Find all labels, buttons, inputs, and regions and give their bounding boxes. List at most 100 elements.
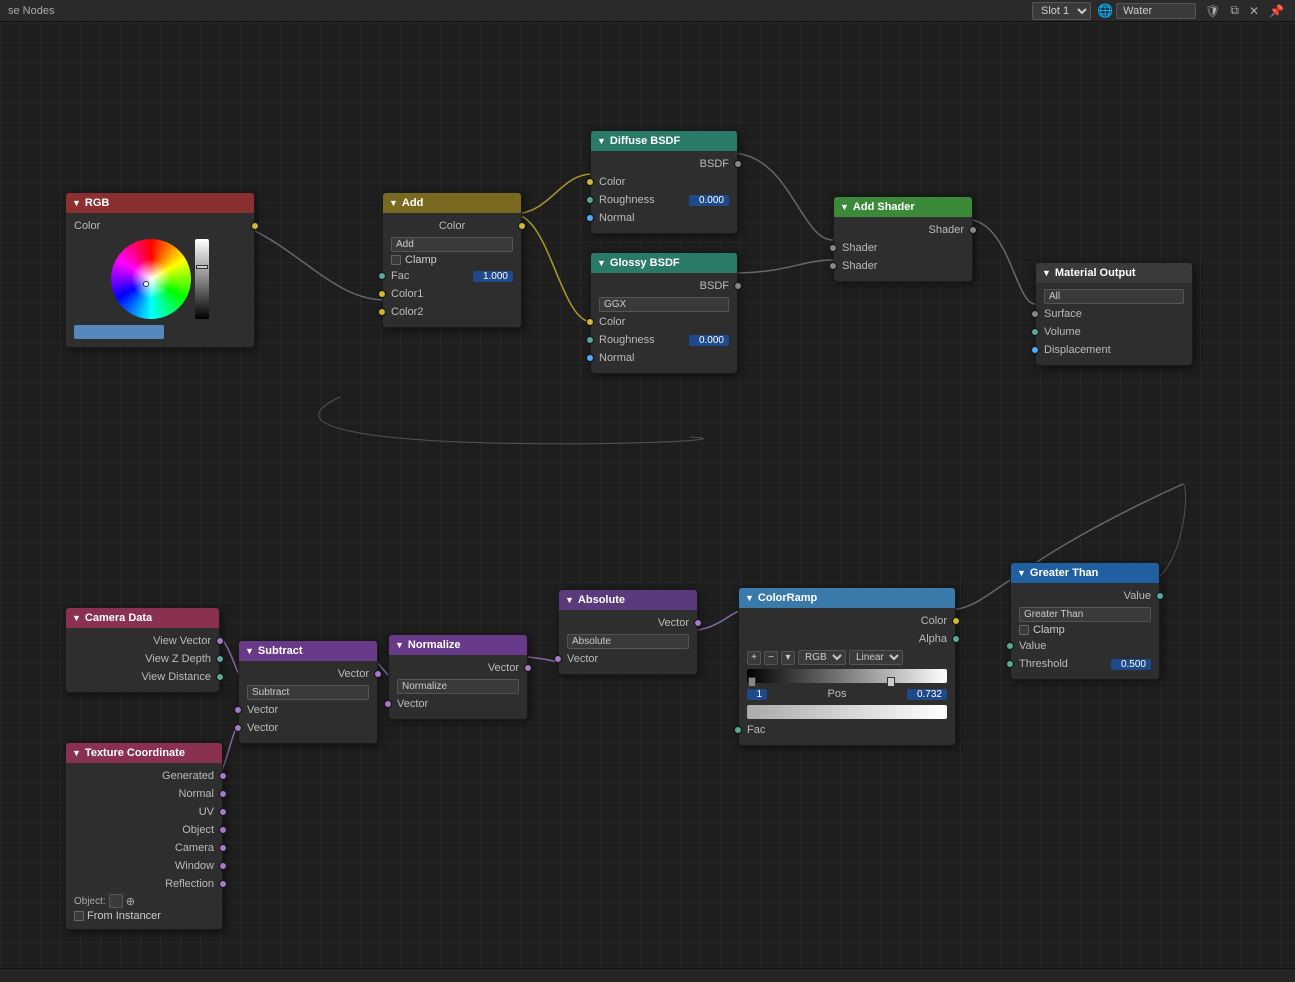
glossy-roughness-input[interactable] (586, 336, 594, 344)
tc-window-row: Window (66, 857, 222, 875)
greater-than-value-out-label: Value (1019, 590, 1151, 602)
node-canvas[interactable]: ▼ RGB Color ▼ Add (0, 22, 1295, 982)
slot-selector[interactable]: Slot 1 (1032, 2, 1091, 20)
normalize-vector-output[interactable] (524, 664, 532, 672)
color-ramp-controls: + − ▾ RGB Linear (739, 648, 955, 667)
greater-than-threshold-value[interactable]: 0.500 (1111, 659, 1151, 670)
color-ramp-pos-value[interactable]: 0.732 (907, 689, 947, 700)
add-clamp-checkbox[interactable] (391, 255, 401, 265)
color-ramp-alpha-out-row: Alpha (739, 630, 955, 648)
subtract-vector2-input[interactable] (234, 724, 242, 732)
glossy-roughness-value[interactable]: 0.000 (689, 335, 729, 346)
copy-icon[interactable]: ⧉ (1227, 2, 1242, 19)
greater-than-value-output[interactable] (1156, 592, 1164, 600)
glossy-color-input[interactable] (586, 318, 594, 326)
add-color2-input[interactable] (378, 308, 386, 316)
subtract-body: Vector Subtract Vector Vector (239, 661, 377, 743)
interpolation-select[interactable]: Linear (849, 650, 903, 665)
color-ramp-fac-input[interactable] (734, 726, 742, 734)
color-wheel[interactable] (111, 239, 191, 319)
glossy-normal-input[interactable] (586, 354, 594, 362)
bottom-bar (0, 968, 1295, 982)
color-ramp-menu-btn[interactable]: ▾ (781, 651, 795, 665)
normalize-vector-input[interactable] (384, 700, 392, 708)
diffuse-normal-row: Normal (591, 209, 737, 227)
tc-uv-output[interactable] (219, 808, 227, 816)
absolute-mode-row: Absolute (559, 632, 697, 650)
diffuse-roughness-value[interactable]: 0.000 (689, 195, 729, 206)
absolute-body: Vector Absolute Vector (559, 610, 697, 674)
color-ramp-gradient-bar[interactable] (747, 669, 947, 683)
subtract-in2-row: Vector (239, 719, 377, 737)
tc-camera-output[interactable] (219, 844, 227, 852)
add-color-output[interactable] (518, 222, 526, 230)
material-output-header: ▼ Material Output (1036, 263, 1192, 283)
subtract-vector1-input[interactable] (234, 706, 242, 714)
close-icon[interactable]: ✕ (1246, 3, 1262, 19)
color-ramp-stop-index[interactable]: 1 (747, 689, 767, 700)
add-shader-shader1-input[interactable] (829, 244, 837, 252)
diffuse-normal-input[interactable] (586, 214, 594, 222)
tc-generated-output[interactable] (219, 772, 227, 780)
add-shader-in1-row: Shader (834, 239, 972, 257)
color-ramp-remove-btn[interactable]: − (764, 651, 778, 665)
camera-view-z-output[interactable] (216, 655, 224, 663)
add-color1-input[interactable] (378, 290, 386, 298)
material-volume-input[interactable] (1031, 328, 1039, 336)
subtract-vector-output[interactable] (374, 670, 382, 678)
material-surface-input[interactable] (1031, 310, 1039, 318)
add-fac-input[interactable] (378, 272, 386, 280)
pin-icon[interactable]: 📌 (1266, 3, 1287, 19)
absolute-mode-dropdown[interactable]: Absolute (567, 634, 689, 649)
tc-object-box[interactable] (109, 894, 123, 908)
top-bar-icons: 🛡 ⧉ ✕ 📌 (1202, 2, 1287, 19)
color-preview[interactable] (74, 325, 164, 339)
camera-view-vector-label: View Vector (74, 635, 211, 647)
color-ramp-color-out-label: Color (747, 615, 947, 627)
greater-than-threshold-input[interactable] (1006, 660, 1014, 668)
color-mode-select[interactable]: RGB (798, 650, 846, 665)
tc-reflection-output[interactable] (219, 880, 227, 888)
rgb-color-output[interactable] (251, 222, 259, 230)
add-node-header: ▼ Add (383, 193, 521, 213)
material-volume-label: Volume (1044, 326, 1184, 338)
add-mode-dropdown[interactable]: Add (391, 237, 513, 252)
camera-view-vector-output[interactable] (216, 637, 224, 645)
diffuse-bsdf-node: ▼ Diffuse BSDF BSDF Color Roughness 0.00… (590, 130, 738, 234)
tc-from-instancer-checkbox[interactable] (74, 911, 84, 921)
absolute-in-row: Vector (559, 650, 697, 668)
glossy-mode-dropdown[interactable]: GGX (599, 297, 729, 312)
add-clamp-row: Clamp (383, 253, 521, 267)
diffuse-bsdf-output[interactable] (734, 160, 742, 168)
tc-normal-output[interactable] (219, 790, 227, 798)
tc-object-output[interactable] (219, 826, 227, 834)
absolute-vector-output[interactable] (694, 619, 702, 627)
absolute-vector-input[interactable] (554, 655, 562, 663)
glossy-bsdf-output[interactable] (734, 282, 742, 290)
add-shader-node: ▼ Add Shader Shader Shader Shader (833, 196, 973, 282)
material-displacement-label: Displacement (1044, 344, 1184, 356)
tc-from-instancer-row: From Instancer (66, 909, 222, 923)
add-shader-output[interactable] (969, 226, 977, 234)
shield-icon[interactable]: 🛡 (1202, 3, 1223, 19)
diffuse-roughness-input[interactable] (586, 196, 594, 204)
normalize-mode-dropdown[interactable]: Normalize (397, 679, 519, 694)
tc-window-output[interactable] (219, 862, 227, 870)
greater-than-value-input[interactable] (1006, 642, 1014, 650)
color-value-slider[interactable] (195, 239, 209, 319)
rgb-title: RGB (85, 197, 109, 209)
add-shader-in2-row: Shader (834, 257, 972, 275)
add-fac-value[interactable]: 1.000 (473, 271, 513, 282)
material-displacement-input[interactable] (1031, 346, 1039, 354)
add-shader-shader2-input[interactable] (829, 262, 837, 270)
color-ramp-add-btn[interactable]: + (747, 651, 761, 665)
material-output-mode[interactable]: All (1044, 289, 1184, 304)
subtract-mode-dropdown[interactable]: Subtract (247, 685, 369, 700)
color-ramp-color-output[interactable] (952, 617, 960, 625)
greater-than-clamp-checkbox[interactable] (1019, 625, 1029, 635)
camera-view-dist-output[interactable] (216, 673, 224, 681)
diffuse-color-input[interactable] (586, 178, 594, 186)
tc-object-picker-icon[interactable]: ⊕ (126, 895, 135, 908)
greater-than-mode-dropdown[interactable]: Greater Than (1019, 607, 1151, 622)
color-ramp-alpha-output[interactable] (952, 635, 960, 643)
